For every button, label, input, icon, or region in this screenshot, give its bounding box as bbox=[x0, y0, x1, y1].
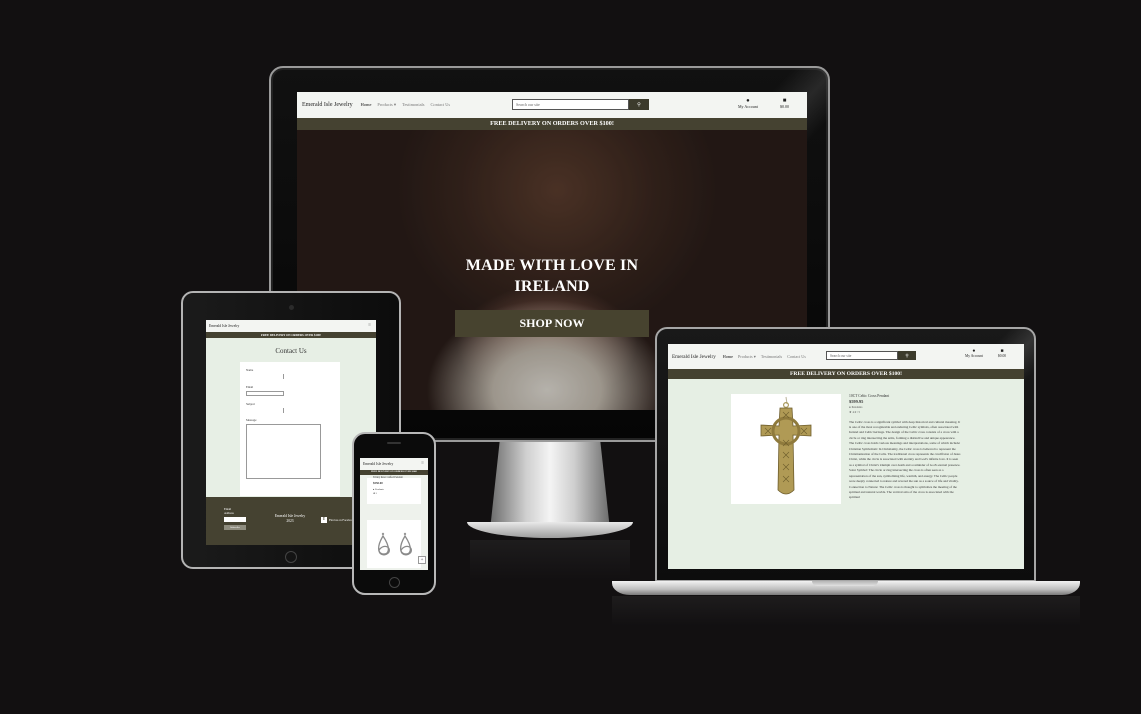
name-field[interactable] bbox=[246, 374, 284, 379]
nav-contact[interactable]: Contact Us bbox=[787, 354, 806, 359]
newsletter-email-input[interactable] bbox=[224, 517, 246, 522]
message-label: Message bbox=[246, 418, 257, 422]
search-button[interactable]: ⚲ bbox=[629, 99, 649, 110]
nav-home[interactable]: Home bbox=[723, 354, 733, 359]
cart-total: $0.00 bbox=[780, 104, 789, 109]
search-button[interactable]: ⚲ bbox=[898, 351, 916, 360]
search-input[interactable]: Search our site bbox=[512, 99, 629, 110]
subject-field[interactable] bbox=[246, 408, 284, 413]
phone-screen: Emerald Isle Jewelry ≡ FREE DELIVERY ON … bbox=[360, 458, 428, 570]
monitor-stand-base bbox=[467, 522, 633, 538]
scroll-to-top-button[interactable]: + bbox=[418, 556, 426, 564]
main-nav: Home Products ▾ Testimonials Contact Us bbox=[361, 102, 456, 108]
chevron-down-icon: ▾ bbox=[393, 102, 397, 107]
site-header: Emerald Isle Jewelry Home Products ▾ Tes… bbox=[297, 92, 807, 118]
product-category: ● Pendants bbox=[373, 488, 384, 491]
laptop-screen: Emerald Isle Jewelry Home Products ▾ Tes… bbox=[668, 344, 1024, 569]
chevron-down-icon: ▾ bbox=[753, 354, 756, 359]
subscribe-button[interactable]: Subscribe bbox=[224, 525, 246, 530]
stand-reflection bbox=[470, 540, 630, 580]
search-bar: Search our site ⚲ bbox=[512, 99, 649, 110]
hamburger-menu-icon[interactable]: ≡ bbox=[368, 323, 371, 328]
tablet-logo[interactable]: Emerald Isle Jewelry bbox=[209, 324, 239, 328]
phone-device: Emerald Isle Jewelry ≡ FREE DELIVERY ON … bbox=[352, 432, 436, 595]
facebook-link[interactable]: f Find us on Facebook bbox=[321, 517, 354, 523]
nav-products[interactable]: Products ▾ bbox=[377, 102, 396, 108]
celtic-cross-image bbox=[760, 396, 812, 495]
contact-title: Contact Us bbox=[275, 347, 307, 355]
cart-total: $0.00 bbox=[998, 354, 1007, 358]
product-info: 10CT Celtic Cross Pendant $599.95 ● Pend… bbox=[849, 394, 961, 501]
product-rating: ★ 5 bbox=[373, 492, 377, 495]
hamburger-menu-icon[interactable]: ≡ bbox=[421, 461, 424, 466]
nav-products[interactable]: Products ▾ bbox=[738, 354, 756, 359]
subject-label: Subject bbox=[246, 402, 255, 406]
search-icon: ⚲ bbox=[905, 352, 909, 358]
email-field[interactable] bbox=[246, 391, 284, 396]
tablet-footer: Email Address Subscribe Emerald Isle Jew… bbox=[206, 497, 376, 545]
monitor-stand bbox=[490, 442, 610, 530]
account-link[interactable]: ● My Account bbox=[965, 349, 983, 358]
plus-icon: + bbox=[420, 557, 424, 563]
delivery-banner: FREE DELIVERY ON ORDERS OVER $100! bbox=[297, 118, 807, 130]
trinity-knot-earrings-image bbox=[377, 532, 412, 556]
product-image[interactable] bbox=[731, 394, 841, 504]
phone-header: Emerald Isle Jewelry ≡ bbox=[360, 458, 428, 470]
product-image[interactable] bbox=[367, 520, 421, 568]
speaker-grille bbox=[387, 442, 401, 444]
tablet-screen: Emerald Isle Jewelry ≡ FREE DELIVERY ON … bbox=[206, 320, 376, 545]
phone-banner: FREE DELIVERY ON ORDERS OVER $100! bbox=[360, 470, 428, 475]
laptop-reflection bbox=[612, 596, 1080, 626]
rating-value: 5 bbox=[375, 492, 377, 495]
cart-link[interactable]: ■ $0.00 bbox=[998, 349, 1006, 358]
message-field[interactable] bbox=[246, 424, 321, 479]
search-input[interactable]: Search our site bbox=[826, 351, 898, 360]
category-label: Pendants bbox=[851, 404, 863, 409]
name-label: Name bbox=[246, 368, 254, 372]
product-price: $550.00 bbox=[373, 481, 383, 485]
account-label: My Account bbox=[965, 354, 983, 358]
product-rating: ★ 4.9 / 5 bbox=[849, 410, 961, 415]
phone-logo[interactable]: Emerald Isle Jewelry bbox=[363, 462, 393, 466]
product-description: The Celtic cross is a significant symbol… bbox=[849, 419, 961, 500]
shop-now-button[interactable]: SHOP NOW bbox=[455, 310, 649, 337]
category-label: Pendants bbox=[375, 488, 384, 491]
search-icon: ⚲ bbox=[637, 102, 641, 108]
laptop-device: Emerald Isle Jewelry Home Products ▾ Tes… bbox=[655, 327, 1036, 582]
account-link[interactable]: ● My Account bbox=[738, 98, 758, 109]
email-label: Email bbox=[246, 385, 254, 389]
laptop-banner: FREE DELIVERY ON ORDERS OVER $100! bbox=[668, 369, 1024, 379]
facebook-icon: f bbox=[321, 517, 327, 523]
tag-icon: ● bbox=[849, 404, 851, 409]
account-label: My Account bbox=[738, 104, 758, 109]
footer-brand: Emerald Isle Jewelry 2023 bbox=[266, 514, 314, 524]
nav-home[interactable]: Home bbox=[361, 102, 372, 108]
rating-value: 4.9 / 5 bbox=[852, 410, 861, 415]
cart-link[interactable]: ■ $0.00 bbox=[780, 98, 789, 109]
laptop-header: Emerald Isle Jewelry Home Products ▾ Tes… bbox=[668, 344, 1024, 369]
product-card[interactable]: Trinity Knot Cuffed Pendant $550.00 ● Pe… bbox=[367, 476, 421, 504]
product-title: Trinity Knot Cuffed Pendant bbox=[373, 476, 403, 479]
nav-products-label: Products bbox=[377, 102, 393, 107]
laptop-logo[interactable]: Emerald Isle Jewelry bbox=[672, 354, 716, 360]
camera-icon bbox=[289, 305, 294, 310]
laptop-nav: Home Products ▾ Testimonials Contact Us bbox=[723, 354, 811, 359]
nav-testimonials[interactable]: Testimonials bbox=[761, 354, 782, 359]
facebook-label: Find us on Facebook bbox=[329, 518, 355, 522]
site-logo[interactable]: Emerald Isle Jewelry bbox=[302, 102, 353, 108]
home-button bbox=[389, 577, 400, 588]
laptop-notch bbox=[812, 581, 878, 586]
tablet-header: Emerald Isle Jewelry ≡ bbox=[206, 320, 376, 332]
home-button bbox=[285, 551, 297, 563]
laptop-search-bar: Search our site ⚲ bbox=[826, 351, 916, 360]
footer-year: 2023 bbox=[286, 519, 294, 523]
nav-contact[interactable]: Contact Us bbox=[430, 102, 450, 108]
nav-products-label: Products bbox=[738, 354, 753, 359]
tablet-banner: FREE DELIVERY ON ORDERS OVER $100! bbox=[206, 332, 376, 338]
hero-title: MADE WITH LOVE IN IRELAND bbox=[465, 257, 639, 295]
contact-form: Name Email Subject Message bbox=[240, 362, 340, 496]
nav-testimonials[interactable]: Testimonials bbox=[402, 102, 424, 108]
newsletter-email-label: Email Address bbox=[224, 507, 234, 515]
